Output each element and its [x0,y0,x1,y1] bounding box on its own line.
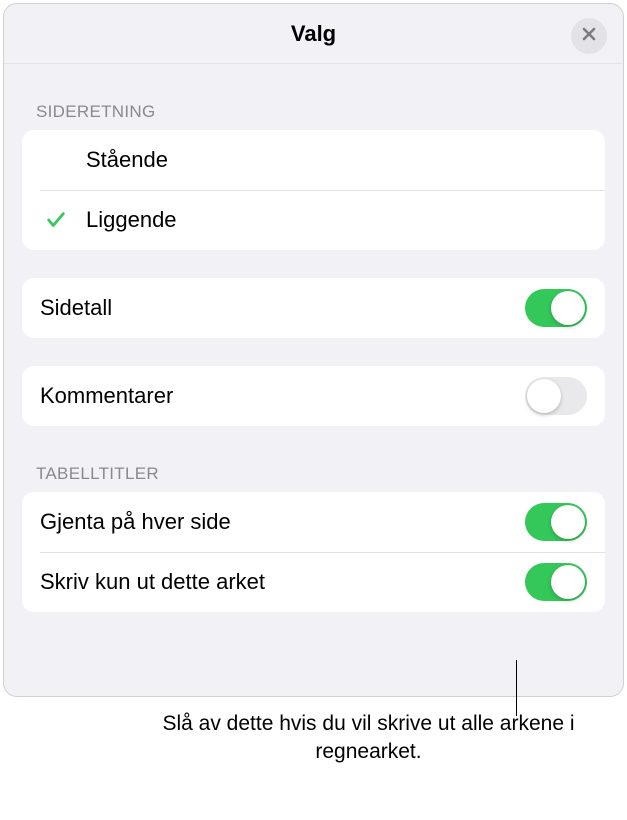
orientation-landscape-label: Liggende [86,207,587,233]
callout-text: Slå av dette hvis du vil skrive ut alle … [100,710,597,767]
print-only-this-row: Skriv kun ut dette arket [22,552,605,612]
repeat-titles-toggle[interactable] [525,503,587,541]
popover-content: SIDERETNING Stående Liggende Sidetall [4,64,623,612]
orientation-portrait[interactable]: Stående [22,130,605,190]
close-button[interactable] [571,18,607,54]
toggle-knob [551,565,585,599]
callout: Slå av dette hvis du vil skrive ut alle … [100,710,597,767]
options-popover: Valg SIDERETNING Stående Liggende Sideta… [3,3,624,697]
close-icon [581,26,597,47]
toggle-knob [527,379,561,413]
comments-label: Kommentarer [40,383,525,409]
orientation-portrait-label: Stående [86,147,587,173]
callout-line [516,660,517,716]
comments-row: Kommentarer [22,366,605,426]
orientation-landscape[interactable]: Liggende [22,190,605,250]
page-numbers-label: Sidetall [40,295,525,321]
comments-group: Kommentarer [22,366,605,426]
page-numbers-group: Sidetall [22,278,605,338]
print-only-this-toggle[interactable] [525,563,587,601]
popover-header: Valg [4,4,623,64]
print-only-this-label: Skriv kun ut dette arket [40,569,525,595]
comments-toggle[interactable] [525,377,587,415]
section-header-tabletitles: TABELLTITLER [22,426,605,492]
page-numbers-toggle[interactable] [525,289,587,327]
toggle-knob [551,291,585,325]
page-title: Valg [291,21,336,47]
orientation-group: Stående Liggende [22,130,605,250]
repeat-titles-row: Gjenta på hver side [22,492,605,552]
checkmark-icon [44,208,68,232]
repeat-titles-label: Gjenta på hver side [40,509,525,535]
page-numbers-row: Sidetall [22,278,605,338]
toggle-knob [551,505,585,539]
section-header-orientation: SIDERETNING [22,64,605,130]
table-titles-group: Gjenta på hver side Skriv kun ut dette a… [22,492,605,612]
